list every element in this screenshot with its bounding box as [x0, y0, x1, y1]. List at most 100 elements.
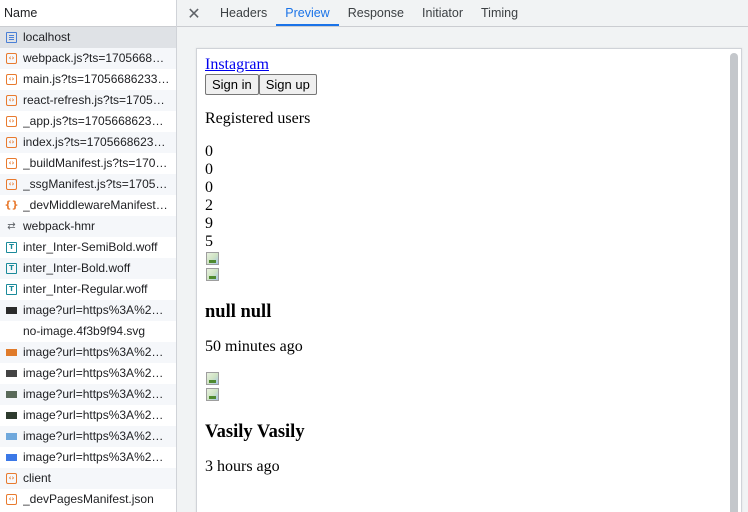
- tab-preview[interactable]: Preview: [276, 0, 339, 26]
- request-row[interactable]: image?url=https%3A%2…: [0, 300, 176, 321]
- post-author-name: Vasily Vasily: [205, 422, 305, 442]
- tab-timing[interactable]: Timing: [472, 0, 527, 26]
- image-thumb-icon: [6, 307, 17, 314]
- image-thumb-icon: [6, 433, 17, 440]
- counter-digit: 5: [205, 233, 213, 250]
- post-timestamp: 3 hours ago: [205, 458, 280, 475]
- image-thumb-icon: [6, 412, 17, 419]
- broken-image-icon: [205, 267, 221, 283]
- sign-in-button[interactable]: Sign in: [205, 74, 259, 95]
- image-thumb-icon: [6, 370, 17, 377]
- instagram-link[interactable]: Instagram: [205, 56, 317, 74]
- websocket-icon: ⇄: [7, 220, 16, 232]
- request-row[interactable]: image?url=https%3A%2…: [0, 405, 176, 426]
- request-row[interactable]: {} _devMiddlewareManifest…: [0, 195, 176, 216]
- counter-digit: 0: [205, 179, 213, 196]
- script-icon: ‹›: [6, 494, 17, 505]
- script-icon: ‹›: [6, 137, 17, 148]
- request-row[interactable]: ‹› index.js?ts=1705668623…: [0, 132, 176, 153]
- request-row[interactable]: ‹› react-refresh.js?ts=1705…: [0, 90, 176, 111]
- sign-up-button[interactable]: Sign up: [258, 74, 317, 95]
- request-name: image?url=https%3A%2…: [23, 366, 164, 380]
- request-name: _devPagesManifest.json: [23, 492, 154, 506]
- rendered-page: Instagram Sign in Sign up Registered use…: [205, 56, 317, 476]
- post-author-name: null null: [205, 302, 272, 322]
- request-row[interactable]: image?url=https%3A%2…: [0, 447, 176, 468]
- request-name: _app.js?ts=17056686233…: [23, 114, 171, 128]
- post-images: [205, 371, 317, 403]
- request-row[interactable]: Tinter_Inter-SemiBold.woff: [0, 237, 176, 258]
- document-icon: [6, 32, 17, 43]
- request-row[interactable]: image?url=https%3A%2…: [0, 363, 176, 384]
- counter-digit: 0: [205, 161, 213, 178]
- request-row[interactable]: ‹› _devPagesManifest.json: [0, 489, 176, 510]
- preview-frame[interactable]: Instagram Sign in Sign up Registered use…: [196, 48, 742, 512]
- request-row[interactable]: image?url=https%3A%2…: [0, 426, 176, 447]
- request-name: main.js?ts=1705668623321: [23, 72, 171, 86]
- preview-scrollbar[interactable]: [730, 53, 738, 512]
- script-icon: ‹›: [6, 95, 17, 106]
- tab-response[interactable]: Response: [339, 0, 413, 26]
- request-row[interactable]: Tinter_Inter-Bold.woff: [0, 258, 176, 279]
- request-list-panel: Name localhost ‹› webpack.js?ts=1705668… ‹›…: [0, 0, 177, 512]
- counter-digit: 9: [205, 215, 213, 232]
- request-row[interactable]: ‹› client: [0, 468, 176, 489]
- request-name: image?url=https%3A%2…: [23, 387, 164, 401]
- request-name: image?url=https%3A%2…: [23, 450, 164, 464]
- request-name: image?url=https%3A%2…: [23, 345, 164, 359]
- request-name: inter_Inter-SemiBold.woff: [23, 240, 158, 254]
- script-icon: ‹›: [6, 74, 17, 85]
- request-name: inter_Inter-Regular.woff: [23, 282, 148, 296]
- request-name: webpack-hmr: [23, 219, 96, 233]
- request-name: no-image.4f3b9f94.svg: [23, 324, 146, 338]
- counter-digit: 0: [205, 143, 213, 160]
- preview-area: Instagram Sign in Sign up Registered use…: [177, 27, 748, 512]
- script-icon: ‹›: [6, 158, 17, 169]
- request-name: inter_Inter-Bold.woff: [23, 261, 131, 275]
- request-name: index.js?ts=1705668623…: [23, 135, 166, 149]
- image-thumb-icon: [6, 454, 17, 461]
- request-row[interactable]: ‹› webpack.js?ts=1705668…: [0, 48, 176, 69]
- tab-headers[interactable]: Headers: [211, 0, 276, 26]
- details-tabbar: ✕ Headers Preview Response Initiator Tim…: [177, 0, 748, 27]
- request-name: webpack.js?ts=1705668…: [23, 51, 165, 65]
- image-thumb-icon: [6, 391, 17, 398]
- broken-image-icon: [205, 251, 221, 267]
- request-row[interactable]: image?url=https%3A%2…: [0, 342, 176, 363]
- request-row[interactable]: image?url=https%3A%2…: [0, 384, 176, 405]
- image-thumb-icon: [6, 349, 17, 356]
- close-icon[interactable]: ✕: [177, 0, 211, 26]
- request-name: client: [23, 471, 52, 485]
- request-name: react-refresh.js?ts=1705…: [23, 93, 165, 107]
- request-name: _buildManifest.js?ts=170…: [23, 156, 168, 170]
- request-name: image?url=https%3A%2…: [23, 303, 164, 317]
- name-column-header[interactable]: Name: [0, 0, 176, 27]
- request-list: localhost ‹› webpack.js?ts=1705668… ‹› main.…: [0, 27, 176, 510]
- request-row[interactable]: ‹› _buildManifest.js?ts=170…: [0, 153, 176, 174]
- image-thumb-icon: [6, 328, 17, 335]
- request-name: _devMiddlewareManifest…: [23, 198, 168, 212]
- manifest-icon: {}: [4, 199, 19, 211]
- script-icon: ‹›: [6, 53, 17, 64]
- request-name: image?url=https%3A%2…: [23, 429, 164, 443]
- script-icon: ‹›: [6, 116, 17, 127]
- script-icon: ‹›: [6, 473, 17, 484]
- request-row[interactable]: ⇄ webpack-hmr: [0, 216, 176, 237]
- font-icon: T: [6, 263, 17, 274]
- request-row[interactable]: localhost: [0, 27, 176, 48]
- broken-image-icon: [205, 387, 221, 403]
- request-row[interactable]: no-image.4f3b9f94.svg: [0, 321, 176, 342]
- auth-buttons: Sign in Sign up: [205, 74, 317, 95]
- tab-initiator[interactable]: Initiator: [413, 0, 472, 26]
- broken-image-icon: [205, 371, 221, 387]
- request-row[interactable]: ‹› main.js?ts=1705668623321: [0, 69, 176, 90]
- request-row[interactable]: ‹› _app.js?ts=17056686233…: [0, 111, 176, 132]
- font-icon: T: [6, 284, 17, 295]
- request-name: image?url=https%3A%2…: [23, 408, 164, 422]
- request-name: _ssgManifest.js?ts=1705…: [23, 177, 168, 191]
- request-row[interactable]: ‹› _ssgManifest.js?ts=1705…: [0, 174, 176, 195]
- request-row[interactable]: Tinter_Inter-Regular.woff: [0, 279, 176, 300]
- post-timestamp: 50 minutes ago: [205, 338, 303, 355]
- registered-users-heading: Registered users: [205, 110, 311, 127]
- script-icon: ‹›: [6, 179, 17, 190]
